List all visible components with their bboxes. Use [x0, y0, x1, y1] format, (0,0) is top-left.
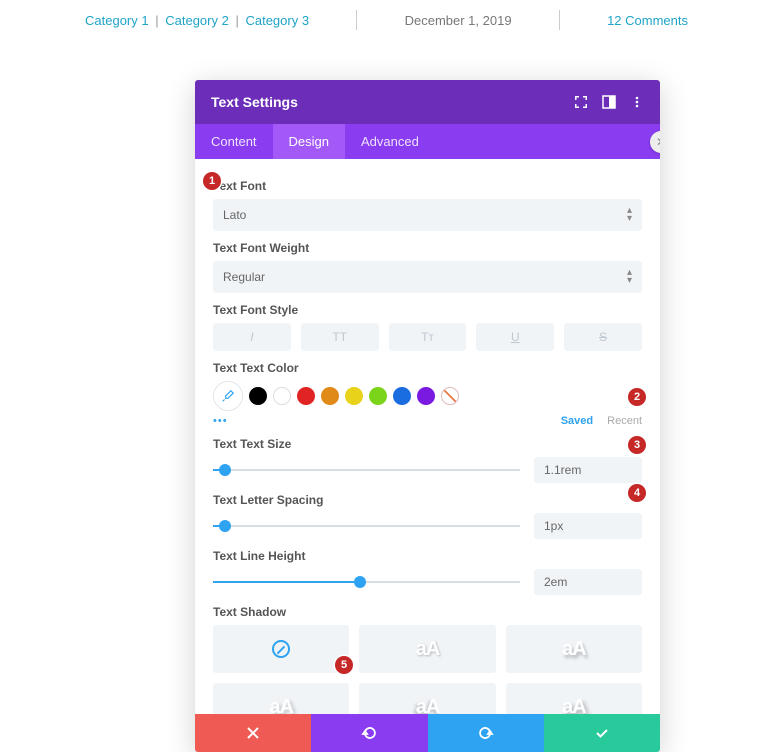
- shadow-preset-2[interactable]: aA: [506, 625, 642, 673]
- label-line-height: Text Line Height: [213, 549, 642, 563]
- label-font-weight: Text Font Weight: [213, 241, 642, 255]
- tab-content[interactable]: Content: [195, 124, 273, 159]
- more-colors-icon[interactable]: •••: [213, 415, 228, 427]
- shadow-preset-1[interactable]: aA: [359, 625, 495, 673]
- swatch-purple[interactable]: [417, 387, 435, 405]
- label-letter-spacing: Text Letter Spacing: [213, 493, 642, 507]
- shadow-preset-3[interactable]: aA: [213, 683, 349, 714]
- slider-text-size[interactable]: [213, 460, 520, 480]
- style-smallcaps[interactable]: Tᴛ: [389, 323, 467, 351]
- expand-icon[interactable]: [574, 95, 588, 109]
- annotation-badge-3: 3: [628, 436, 646, 454]
- select-value: Lato: [223, 208, 246, 222]
- style-italic[interactable]: I: [213, 323, 291, 351]
- label-text-size: Text Text Size: [213, 437, 642, 451]
- label-text-font: Text Font: [213, 179, 642, 193]
- swatch-transparent[interactable]: [441, 387, 459, 405]
- shadow-sample: aA: [562, 638, 586, 661]
- eyedropper-icon[interactable]: [213, 381, 243, 411]
- cancel-button[interactable]: [195, 714, 311, 752]
- separator: |: [155, 13, 158, 28]
- select-value: Regular: [223, 270, 265, 284]
- divider: [559, 10, 560, 30]
- annotation-badge-1: 1: [203, 172, 221, 190]
- slider-letter-spacing[interactable]: [213, 516, 520, 536]
- color-swatches: [213, 381, 642, 411]
- shadow-sample: aA: [269, 696, 293, 715]
- redo-button[interactable]: [428, 714, 544, 752]
- input-line-height[interactable]: 2em: [534, 569, 642, 595]
- category-breadcrumb: Category 1 | Category 2 | Category 3: [85, 13, 309, 28]
- tab-advanced[interactable]: Advanced: [345, 124, 435, 159]
- style-underline[interactable]: U: [476, 323, 554, 351]
- category-link-3[interactable]: Category 3: [245, 13, 309, 28]
- text-settings-panel: Text Settings Content Design Advanced ✕ …: [195, 80, 660, 752]
- swatch-yellow[interactable]: [345, 387, 363, 405]
- color-footer: ••• Saved Recent: [213, 415, 642, 427]
- input-text-size[interactable]: 1.1rem: [534, 457, 642, 483]
- swatch-orange[interactable]: [321, 387, 339, 405]
- swatch-red[interactable]: [297, 387, 315, 405]
- comments-link[interactable]: 12 Comments: [607, 13, 688, 28]
- category-link-1[interactable]: Category 1: [85, 13, 149, 28]
- panel-title: Text Settings: [211, 94, 298, 110]
- slider-line-height[interactable]: [213, 572, 520, 592]
- divider: [356, 10, 357, 30]
- select-font-weight[interactable]: Regular ▴▾: [213, 261, 642, 293]
- annotation-badge-2: 2: [628, 388, 646, 406]
- shadow-presets: aA aA aA aA aA: [213, 625, 642, 714]
- tab-design[interactable]: Design: [273, 124, 345, 159]
- panel-tabs: Content Design Advanced ✕: [195, 124, 660, 159]
- label-font-style: Text Font Style: [213, 303, 642, 317]
- swatch-black[interactable]: [249, 387, 267, 405]
- undo-button[interactable]: [311, 714, 427, 752]
- input-letter-spacing[interactable]: 1px: [534, 513, 642, 539]
- none-icon: [272, 640, 290, 658]
- shadow-preset-5[interactable]: aA: [506, 683, 642, 714]
- more-icon[interactable]: [630, 95, 644, 109]
- panel-header: Text Settings: [195, 80, 660, 124]
- category-link-2[interactable]: Category 2: [165, 13, 229, 28]
- shadow-none[interactable]: [213, 625, 349, 673]
- swatch-green[interactable]: [369, 387, 387, 405]
- label-text-shadow: Text Shadow: [213, 605, 642, 619]
- style-uppercase[interactable]: TT: [301, 323, 379, 351]
- label-text-color: Text Text Color: [213, 361, 642, 375]
- annotation-badge-4: 4: [628, 484, 646, 502]
- snap-icon[interactable]: [602, 95, 616, 109]
- shadow-sample: aA: [416, 696, 440, 715]
- tab-saved-colors[interactable]: Saved: [561, 415, 593, 427]
- page-meta-bar: Category 1 | Category 2 | Category 3 Dec…: [0, 0, 768, 40]
- style-strike[interactable]: S: [564, 323, 642, 351]
- shadow-sample: aA: [562, 696, 586, 715]
- swatch-white[interactable]: [273, 387, 291, 405]
- shadow-sample: aA: [416, 638, 440, 661]
- font-style-toggles: I TT Tᴛ U S: [213, 323, 642, 351]
- select-text-font[interactable]: Lato ▴▾: [213, 199, 642, 231]
- annotation-badge-5: 5: [335, 656, 353, 674]
- chevron-updown-icon: ▴▾: [627, 207, 632, 223]
- tab-recent-colors[interactable]: Recent: [607, 415, 642, 427]
- chevron-updown-icon: ▴▾: [627, 269, 632, 285]
- panel-footer: [195, 714, 660, 752]
- swatch-blue[interactable]: [393, 387, 411, 405]
- panel-body: Text Font Lato ▴▾ Text Font Weight Regul…: [195, 159, 660, 714]
- close-icon[interactable]: ✕: [650, 131, 660, 153]
- separator: |: [235, 13, 238, 28]
- post-date: December 1, 2019: [405, 13, 512, 28]
- shadow-preset-4[interactable]: aA: [359, 683, 495, 714]
- save-button[interactable]: [544, 714, 660, 752]
